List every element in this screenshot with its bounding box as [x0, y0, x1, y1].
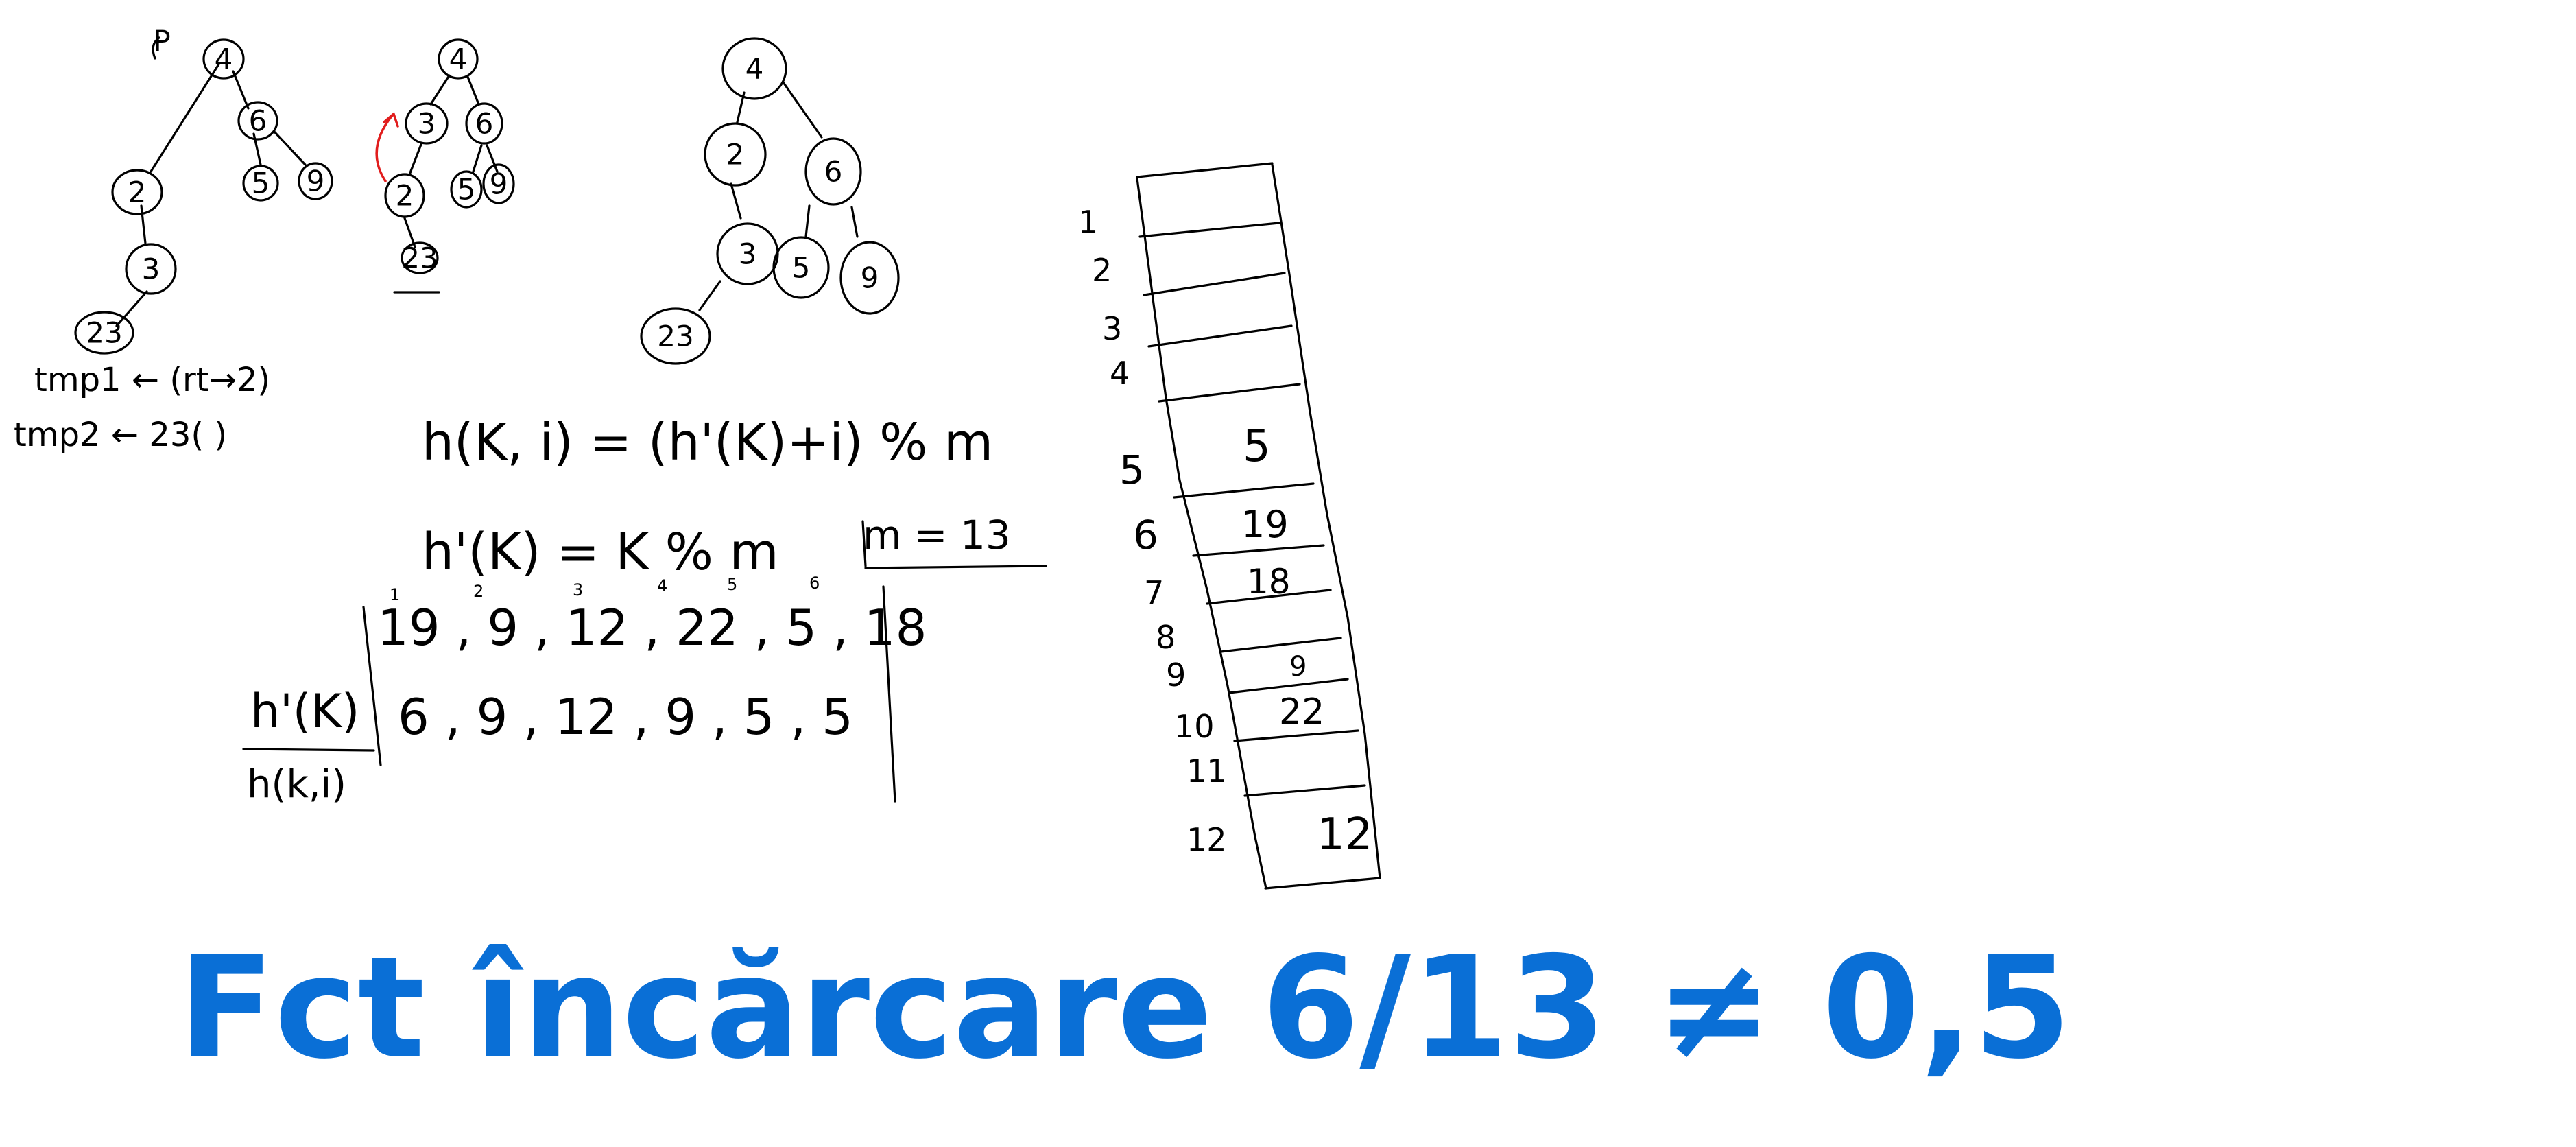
hash-table-value: 5: [1243, 421, 1271, 472]
hprime-formula: h'(K) = K % m: [422, 523, 779, 582]
tree-2-node: 4: [449, 43, 468, 76]
hash-table-index: 8: [1156, 619, 1176, 656]
tree-3-node: 23: [657, 320, 693, 353]
tree-1-note: P: [153, 25, 170, 58]
tree-1-node: 2: [128, 176, 147, 209]
tree-1-node: 9: [307, 165, 325, 198]
calc-keys: 19 , 9 , 12 , 22 , 5 , 18: [377, 599, 927, 657]
hash-table-index: 11: [1186, 753, 1227, 790]
calc-hk-label: h(k,i): [247, 762, 346, 807]
hash-table-index: 6: [1133, 512, 1158, 558]
hash-table-index: 4: [1110, 355, 1130, 392]
hash-table-rows: 12345 56 197 1889 910 221112 12: [1078, 204, 1372, 860]
calc-block: 1 2 3 4 5 6 19 , 9 , 12 , 22 , 5 , 18 h'…: [242, 574, 927, 807]
tree-1-node: 5: [252, 167, 270, 200]
m-box-lines: [861, 520, 1047, 803]
hash-table-value: 12: [1317, 809, 1372, 860]
tree-1-node: 3: [142, 252, 160, 286]
tree-3-node: 2: [726, 138, 745, 172]
tree-3-node: 4: [746, 52, 764, 86]
m-value: m = 13: [863, 512, 1011, 558]
hash-table-value: 18: [1247, 562, 1291, 602]
rotation-arrow: [375, 114, 394, 182]
hash-formula: h(K, i) = (h'(K)+i) % m: [422, 413, 993, 472]
hash-table-index: 3: [1102, 310, 1122, 347]
hash-table-index: 9: [1166, 657, 1186, 694]
hash-table-index: 5: [1119, 447, 1145, 493]
tree-2: 4 3 6 2 5 9 23: [375, 38, 515, 294]
tree-1-node: 4: [215, 43, 233, 76]
whiteboard-canvas: P 4 6 5 9 2 3 23 tmp1 ← (rt→2) tmp2 ← 23…: [14, 25, 2071, 1091]
tmp2-note: tmp2 ← 23( ): [14, 416, 227, 454]
calc-index: 2: [473, 582, 484, 601]
tree-3: 4 2 6 3 5 9 23: [640, 37, 900, 365]
calc-index: 4: [657, 576, 667, 595]
hash-table-index: 10: [1174, 708, 1215, 745]
tree-2-node: 3: [418, 107, 436, 141]
tree-2-node: 5: [457, 173, 476, 206]
hash-table-value: 22: [1279, 691, 1324, 733]
hash-table-value: 9: [1289, 651, 1307, 683]
hash-table-index: 2: [1092, 252, 1112, 289]
tmp1-note: tmp1 ← (rt→2): [34, 361, 270, 399]
tree-3-node: 3: [739, 237, 757, 271]
tree-3-node: 6: [824, 155, 843, 189]
tree-3-node: 5: [792, 251, 811, 285]
hash-table-index: 12: [1186, 821, 1227, 858]
tree-2-node: 9: [490, 167, 508, 201]
calc-hprime-label: h'(K): [250, 685, 359, 739]
hash-table-value: 19: [1241, 503, 1289, 546]
load-factor-headline: Fct încărcare 6/13 ≠ 0,5: [178, 927, 2071, 1090]
tree-2-node: 2: [396, 179, 414, 213]
calc-hprime-values: 6 , 9 , 12 , 9 , 5 , 5: [398, 688, 853, 746]
hash-table-index: 7: [1144, 574, 1164, 611]
tree-1: P 4 6 5 9 2 3 23: [74, 25, 333, 355]
tree-3-node: 9: [861, 261, 879, 295]
calc-index: 5: [727, 575, 737, 594]
calc-index: 6: [809, 574, 820, 593]
tree-1-node: 6: [249, 104, 267, 138]
calc-index: 3: [573, 580, 583, 600]
tree-2-node: 23: [401, 241, 438, 275]
hash-table-index: 1: [1078, 204, 1098, 241]
tree-1-node: 23: [86, 316, 122, 350]
tree-2-node: 6: [475, 107, 494, 141]
